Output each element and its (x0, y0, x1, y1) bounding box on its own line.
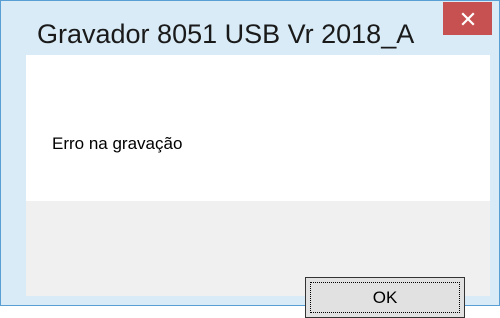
ok-button[interactable]: OK (305, 277, 465, 318)
dialog-body: Erro na gravação OK (26, 55, 490, 318)
message-area: Erro na gravação (26, 55, 490, 201)
close-button[interactable] (443, 2, 492, 35)
window-title: Gravador 8051 USB Vr 2018_A (37, 19, 415, 49)
title-bar[interactable]: Gravador 8051 USB Vr 2018_A (1, 1, 499, 55)
message-dialog: Gravador 8051 USB Vr 2018_A Erro na grav… (0, 0, 500, 318)
error-message: Erro na gravação (52, 134, 183, 153)
button-area: OK (26, 201, 490, 318)
close-icon (460, 11, 475, 26)
